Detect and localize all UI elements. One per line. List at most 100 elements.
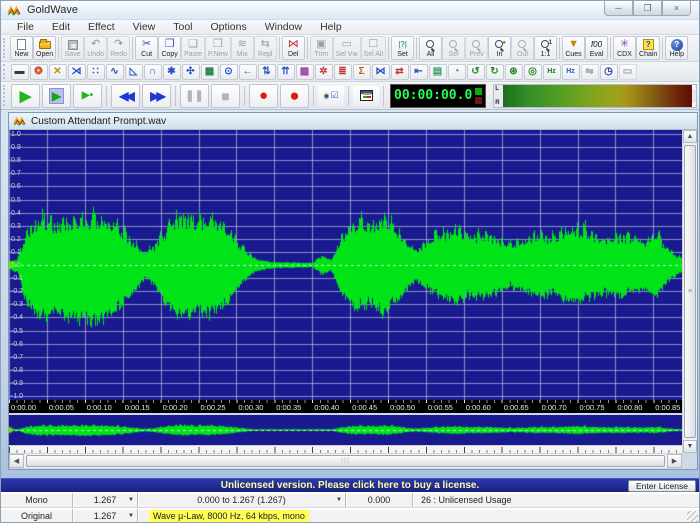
menu-edit[interactable]: Edit [44,21,78,33]
horizontal-scrollbar[interactable]: ◀ ⁞⁞⁞ ▶ [9,453,682,468]
help-button[interactable]: ?Help [665,36,688,60]
set-button[interactable]: |?|Set [391,36,414,60]
restore-icon[interactable]: ⇋ [581,64,599,80]
control-properties-button[interactable] [353,86,379,106]
length-dropdown[interactable]: 1.267 ▼ [73,509,138,523]
toolbar-grip[interactable] [3,85,6,106]
sel-button[interactable]: Sel [442,36,465,60]
cdx-button[interactable]: ✳CDX [613,36,636,60]
record-new-button[interactable]: ● [249,84,278,108]
filter-icon[interactable]: ∿ [106,64,124,80]
del-button[interactable]: ⋈Del [282,36,305,60]
vscroll-thumb[interactable]: ≡ [684,145,696,438]
maximize-volume-icon[interactable]: ◎ [524,64,542,80]
record-button[interactable]: ● [280,84,309,108]
overview-canvas[interactable] [9,415,682,445]
pause-button[interactable]: ❚❚ [180,84,209,108]
shape-volume-icon[interactable]: ▬ [11,64,29,80]
menu-tool[interactable]: Tool [165,21,200,33]
stereo-icon[interactable]: ▤ [429,64,447,80]
stop-button[interactable]: ■ [211,84,240,108]
new-button[interactable]: New [10,36,33,60]
menu-file[interactable]: File [9,21,42,33]
fade-icon[interactable]: ∩ [144,64,162,80]
selection-dropdown[interactable]: 0.000 to 1.267 (1.267) ▼ [138,493,346,507]
pan-icon[interactable]: ← [239,64,257,80]
redo-button[interactable]: ↷Redo [107,36,130,60]
repl-button[interactable]: ⇆Repl [254,36,277,60]
reverse-icon[interactable]: ⋈ [372,64,390,80]
open-button[interactable]: Open [33,36,56,60]
cd-reader-icon[interactable]: ◔ [448,64,466,80]
playback-marker[interactable] [9,261,15,269]
rewind-button[interactable]: ◀◀ [111,84,140,108]
menu-view[interactable]: View [125,21,164,33]
close-button[interactable]: × [662,1,691,16]
menu-effect[interactable]: Effect [80,21,123,33]
menu-help[interactable]: Help [312,21,350,33]
pitch-icon[interactable]: ⇅ [258,64,276,80]
p-new-button[interactable]: ❒P.New [205,36,231,60]
sel-vw-button[interactable]: ▭Sel Vw [333,36,361,60]
timer-icon[interactable]: ◷ [600,64,618,80]
1-1-button[interactable]: 11:1 [534,36,557,60]
rotate-left-icon[interactable]: ↺ [467,64,485,80]
equalizer-icon[interactable]: ∷ [87,64,105,80]
envelope-icon[interactable]: ▭ [619,64,637,80]
resample-icon[interactable]: Hz [562,64,580,80]
menu-window[interactable]: Window [257,21,310,33]
dynamics-icon[interactable]: ✕ [49,64,67,80]
sound-window-titlebar[interactable]: Custom Attendant Prompt.wav [9,113,697,130]
undo-button[interactable]: ↶Undo [84,36,107,60]
trim-button[interactable]: ▣Trim [310,36,333,60]
noise-reduction-icon[interactable]: ▦ [201,64,219,80]
hscroll-thumb[interactable]: ⁞⁞⁞ [26,455,665,467]
sound-window[interactable]: Custom Attendant Prompt.wav 1.00.90.80.7… [8,112,698,470]
cues-button[interactable]: ▼Cues [562,36,585,60]
cut-button[interactable]: ✂Cut [135,36,158,60]
overview-strip[interactable] [9,415,682,445]
sel-all-button[interactable]: ☐Sel All [361,36,386,60]
reverb-icon[interactable]: ≣ [334,64,352,80]
noise-gate-icon[interactable]: ✣ [182,64,200,80]
interpolate-icon[interactable]: ⇈ [277,64,295,80]
in-button[interactable]: ●In [488,36,511,60]
play-selection-button[interactable]: ▶ [42,84,71,108]
boost-icon[interactable]: ⊛ [505,64,523,80]
waveform-view[interactable]: 1.00.90.80.70.60.50.40.30.20.10.0-0.1-0.… [9,130,682,400]
play-marker-button[interactable]: ▶• [73,84,102,108]
paste-button[interactable]: ❑Paste [181,36,205,60]
toolbar-grip[interactable] [3,38,6,58]
scroll-left-button[interactable]: ◀ [9,454,24,468]
record-settings-button[interactable]: ◉ ☑ [318,86,344,106]
resize-grip[interactable] [687,511,698,522]
offset-icon[interactable]: ⊙ [220,64,238,80]
enter-license-button[interactable]: Enter License [628,480,696,492]
save-button[interactable]: Save [61,36,84,60]
playback-rate-icon[interactable]: Hz [543,64,561,80]
shift-left-icon[interactable]: ⇤ [410,64,428,80]
waveform-canvas[interactable] [9,130,682,400]
vertical-scrollbar[interactable]: ▲ ≡ ▼ [682,130,697,453]
license-message[interactable]: Unlicensed version. Please click here to… [221,480,479,491]
copy-button[interactable]: ❐Copy [158,36,181,60]
channel-swap-icon[interactable]: ⇄ [391,64,409,80]
all-button[interactable]: All [419,36,442,60]
length-dropdown[interactable]: 1.267 ▼ [73,493,138,507]
doppler-icon[interactable]: ❂ [30,64,48,80]
echo-icon[interactable]: ⋊ [68,64,86,80]
scroll-up-button[interactable]: ▲ [683,130,697,143]
rotate-right-icon[interactable]: ↻ [486,64,504,80]
parametric-eq-icon[interactable]: Σ [353,64,371,80]
toolbar-grip[interactable] [3,64,6,79]
scroll-down-button[interactable]: ▼ [683,440,697,453]
fast-forward-button[interactable]: ▶▶ [142,84,171,108]
maximize-button[interactable]: ❐ [633,1,662,16]
vscroll-track[interactable]: ≡ [683,143,697,440]
mix-button[interactable]: ≋Mix [231,36,254,60]
hscroll-track[interactable]: ⁞⁞⁞ [24,454,667,468]
title-bar[interactable]: GoldWave ─❐× [1,1,699,20]
play-button[interactable]: ▶ [11,84,40,108]
spectrum-icon[interactable]: ✲ [315,64,333,80]
overview-marker[interactable] [9,427,14,433]
